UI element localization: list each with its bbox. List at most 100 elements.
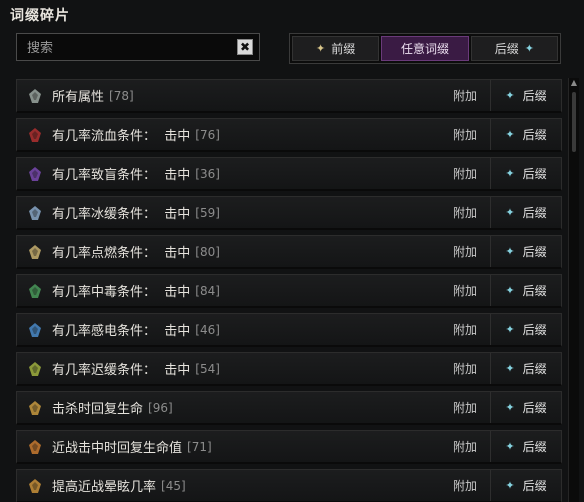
panel-title: 词缀碎片 (10, 8, 70, 24)
suffix-button[interactable]: ✦ 后缀 (490, 197, 561, 228)
suffix-label: 后缀 (522, 323, 547, 337)
search-box: ✖ (16, 33, 260, 62)
affix-row[interactable]: 有几率冰缓条件： 击中 [59] 附加 ✦ 后缀 (16, 196, 562, 230)
star-teal-icon: ✦ (505, 167, 515, 180)
suffix-button[interactable]: ✦ 后缀 (490, 431, 561, 462)
star-teal-icon: ✦ (505, 323, 515, 336)
attach-label: 附加 (452, 128, 477, 142)
star-teal-icon: ✦ (505, 89, 515, 102)
scroll-thumb[interactable] (572, 92, 576, 152)
affix-row[interactable]: 有几率迟缓条件： 击中 [54] 附加 ✦ 后缀 (16, 352, 562, 386)
affix-name: 所有属性 (52, 90, 105, 105)
affix-count: [80] (195, 244, 220, 259)
star-teal-icon: ✦ (505, 206, 515, 219)
suffix-label: 后缀 (522, 128, 547, 142)
attach-label: 附加 (452, 167, 477, 181)
affix-count: [45] (161, 478, 186, 493)
affix-name: 有几率感电条件： 击中 (52, 324, 191, 339)
affix-row[interactable]: 有几率流血条件： 击中 [76] 附加 ✦ 后缀 (16, 118, 562, 152)
affix-count: [84] (195, 283, 220, 298)
suffix-button[interactable]: ✦ 后缀 (490, 80, 561, 111)
attach-label: 附加 (452, 245, 477, 259)
star-teal-icon: ✦ (505, 440, 515, 453)
attach-label: 附加 (452, 206, 477, 220)
affix-row[interactable]: 击杀时回复生命 [96] 附加 ✦ 后缀 (16, 391, 562, 425)
affix-row[interactable]: 有几率致盲条件： 击中 [36] 附加 ✦ 后缀 (16, 157, 562, 191)
suffix-button[interactable]: ✦ 后缀 (490, 236, 561, 267)
suffix-button[interactable]: ✦ 后缀 (490, 470, 561, 501)
affix-name: 有几率冰缓条件： 击中 (52, 207, 191, 222)
filter-prefix-label: 前缀 (331, 42, 356, 56)
affix-count: [96] (148, 400, 173, 415)
suffix-button[interactable]: ✦ 后缀 (490, 353, 561, 384)
suffix-label: 后缀 (522, 89, 547, 103)
suffix-label: 后缀 (522, 440, 547, 454)
affix-type-filter: ✦ 前缀 任意词缀 后缀 ✦ (289, 33, 561, 64)
attach-label: 附加 (452, 401, 477, 415)
affix-row[interactable]: 有几率感电条件： 击中 [46] 附加 ✦ 后缀 (16, 313, 562, 347)
affix-row[interactable]: 近战击中时回复生命值 [71] 附加 ✦ 后缀 (16, 430, 562, 464)
suffix-button[interactable]: ✦ 后缀 (490, 314, 561, 345)
affix-name: 近战击中时回复生命值 (52, 441, 183, 456)
suffix-label: 后缀 (522, 362, 547, 376)
search-input[interactable] (17, 34, 239, 62)
filter-suffix-button[interactable]: 后缀 ✦ (470, 36, 558, 61)
clear-search-button[interactable]: ✖ (237, 39, 253, 55)
affix-list: 所有属性 [78] 附加 ✦ 后缀 有几率流血条件： 击中 [76] 附加 ✦ 后缀 有几率致盲条件… (16, 79, 562, 502)
affix-count: [46] (195, 322, 220, 337)
star-teal-icon: ✦ (505, 362, 515, 375)
suffix-label: 后缀 (522, 167, 547, 181)
affix-name: 有几率致盲条件： 击中 (52, 168, 191, 183)
star-teal-icon: ✦ (505, 401, 515, 414)
suffix-label: 后缀 (522, 245, 547, 259)
affix-shard-icon (26, 282, 44, 300)
star-gold-icon: ✦ (316, 42, 326, 55)
filter-any-affix-button[interactable]: 任意词缀 (381, 36, 469, 61)
affix-shard-icon (26, 360, 44, 378)
affix-count: [36] (195, 166, 220, 181)
attach-label: 附加 (452, 440, 477, 454)
affix-shard-icon (26, 438, 44, 456)
affix-shard-icon (26, 321, 44, 339)
suffix-label: 后缀 (522, 206, 547, 220)
affix-shard-icon (26, 204, 44, 222)
affix-shard-icon (26, 126, 44, 144)
star-teal-icon: ✦ (505, 128, 515, 141)
suffix-button[interactable]: ✦ 后缀 (490, 392, 561, 423)
affix-row[interactable]: 有几率中毒条件： 击中 [84] 附加 ✦ 后缀 (16, 274, 562, 308)
suffix-button[interactable]: ✦ 后缀 (490, 119, 561, 150)
affix-name: 有几率点燃条件： 击中 (52, 246, 191, 261)
scrollbar[interactable]: ▲ (568, 78, 579, 502)
filter-prefix-button[interactable]: ✦ 前缀 (292, 36, 380, 61)
affix-name: 有几率迟缓条件： 击中 (52, 363, 191, 378)
affix-row[interactable]: 有几率点燃条件： 击中 [80] 附加 ✦ 后缀 (16, 235, 562, 269)
affix-shard-icon (26, 165, 44, 183)
attach-label: 附加 (452, 323, 477, 337)
filter-any-affix-label: 任意词缀 (400, 42, 449, 56)
scroll-up-arrow-icon[interactable]: ▲ (569, 78, 579, 88)
affix-name: 有几率流血条件： 击中 (52, 129, 191, 144)
filter-suffix-label: 后缀 (494, 42, 519, 56)
attach-label: 附加 (452, 89, 477, 103)
affix-row[interactable]: 所有属性 [78] 附加 ✦ 后缀 (16, 79, 562, 113)
star-teal-icon: ✦ (505, 284, 515, 297)
suffix-label: 后缀 (522, 401, 547, 415)
affix-count: [78] (109, 88, 134, 103)
affix-name: 有几率中毒条件： 击中 (52, 285, 191, 300)
star-teal-icon: ✦ (505, 479, 515, 492)
suffix-button[interactable]: ✦ 后缀 (490, 158, 561, 189)
suffix-label: 后缀 (522, 479, 547, 493)
affix-count: [76] (195, 127, 220, 142)
affix-count: [59] (195, 205, 220, 220)
affix-shard-icon (26, 477, 44, 495)
affix-name: 提高近战晕眩几率 (52, 480, 157, 495)
suffix-button[interactable]: ✦ 后缀 (490, 275, 561, 306)
affix-row[interactable]: 提高近战晕眩几率 [45] 附加 ✦ 后缀 (16, 469, 562, 502)
affix-shard-icon (26, 243, 44, 261)
attach-label: 附加 (452, 284, 477, 298)
star-teal-icon: ✦ (524, 42, 534, 55)
attach-label: 附加 (452, 362, 477, 376)
suffix-label: 后缀 (522, 284, 547, 298)
affix-name: 击杀时回复生命 (52, 402, 144, 417)
affix-shard-icon (26, 399, 44, 417)
